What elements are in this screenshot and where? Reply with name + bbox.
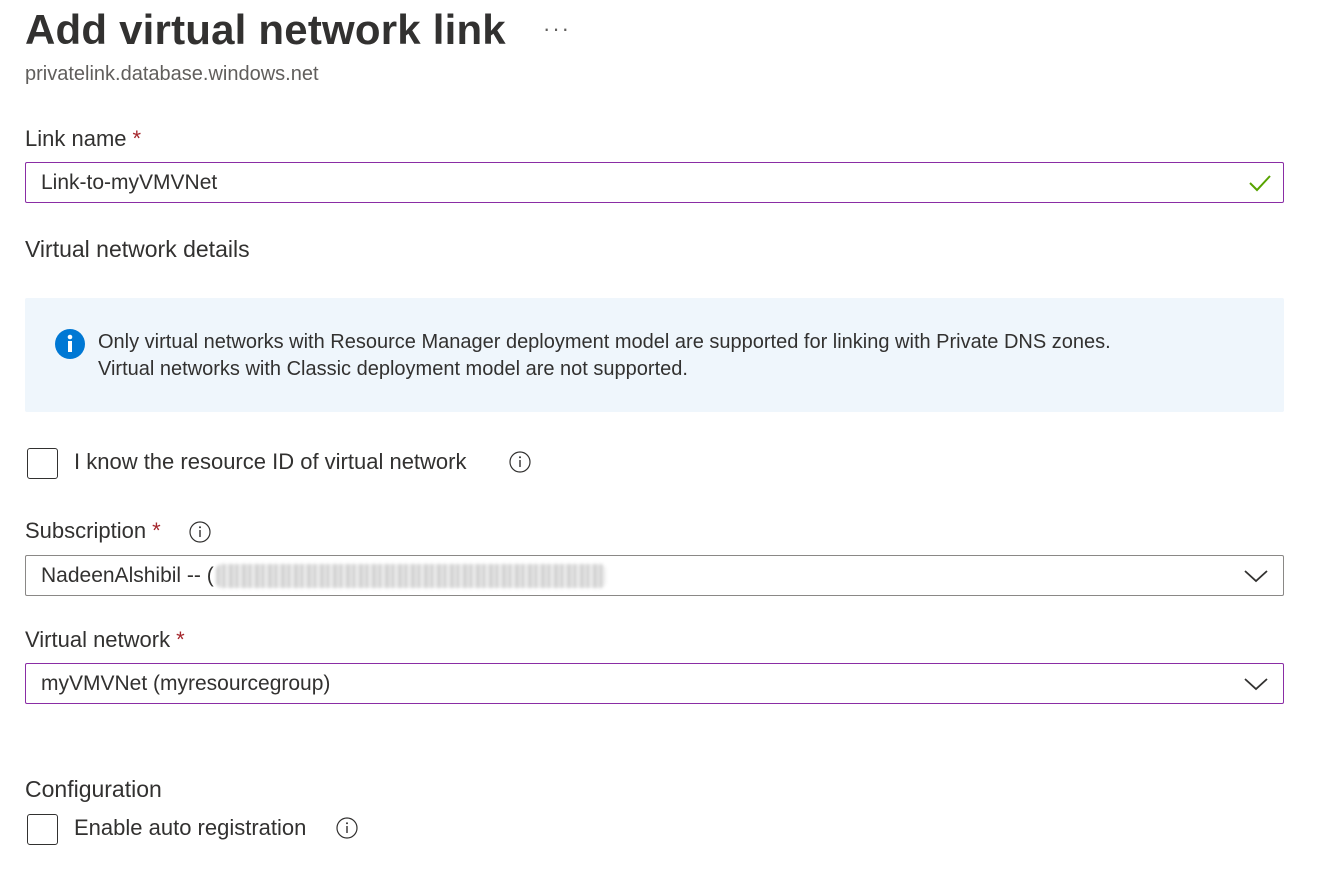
auto-registration-info-icon[interactable] (336, 817, 358, 839)
virtual-network-label: Virtual network * (25, 627, 185, 653)
info-message: Only virtual networks with Resource Mana… (98, 329, 1111, 383)
info-banner: Only virtual networks with Resource Mana… (25, 298, 1284, 412)
more-options-button[interactable]: ··· (543, 16, 571, 42)
info-line-1: Only virtual networks with Resource Mana… (98, 331, 1111, 353)
virtual-network-dropdown[interactable]: myVMVNet (myresourcegroup) (25, 663, 1284, 704)
link-name-input[interactable]: Link-to-myVMVNet (25, 162, 1284, 203)
required-asterisk: * (132, 126, 142, 151)
subscription-label-text: Subscription (25, 518, 147, 543)
link-name-label-text: Link name (25, 126, 127, 151)
link-name-value: Link-to-myVMVNet (41, 170, 218, 194)
info-line-2: Virtual networks with Classic deployment… (98, 358, 688, 380)
vnet-details-heading: Virtual network details (25, 236, 250, 262)
resource-id-label: I know the resource ID of virtual networ… (74, 449, 467, 474)
subscription-value: NadeenAlshibil -- ( (41, 563, 214, 587)
resource-id-info-icon[interactable] (509, 451, 531, 473)
link-name-label: Link name * (25, 126, 141, 152)
auto-registration-label: Enable auto registration (74, 815, 307, 840)
resource-id-checkbox[interactable] (27, 448, 58, 479)
virtual-network-value: myVMVNet (myresourcegroup) (41, 671, 331, 695)
required-asterisk: * (152, 518, 161, 543)
subscription-label: Subscription * (25, 518, 161, 544)
virtual-network-label-text: Virtual network (25, 627, 171, 652)
required-asterisk: * (176, 627, 185, 652)
auto-registration-checkbox[interactable] (27, 814, 58, 845)
subscription-dropdown[interactable]: NadeenAlshibil -- ( (25, 555, 1284, 596)
subscription-info-icon[interactable] (189, 521, 211, 543)
page-title: Add virtual network link (25, 6, 506, 53)
redacted-subscription-id (215, 563, 606, 588)
configuration-heading: Configuration (25, 776, 162, 802)
chevron-down-icon (1244, 570, 1268, 583)
page-subtitle: privatelink.database.windows.net (25, 63, 319, 85)
checkmark-icon (1249, 175, 1271, 192)
info-icon (55, 329, 85, 359)
chevron-down-icon (1244, 678, 1268, 691)
